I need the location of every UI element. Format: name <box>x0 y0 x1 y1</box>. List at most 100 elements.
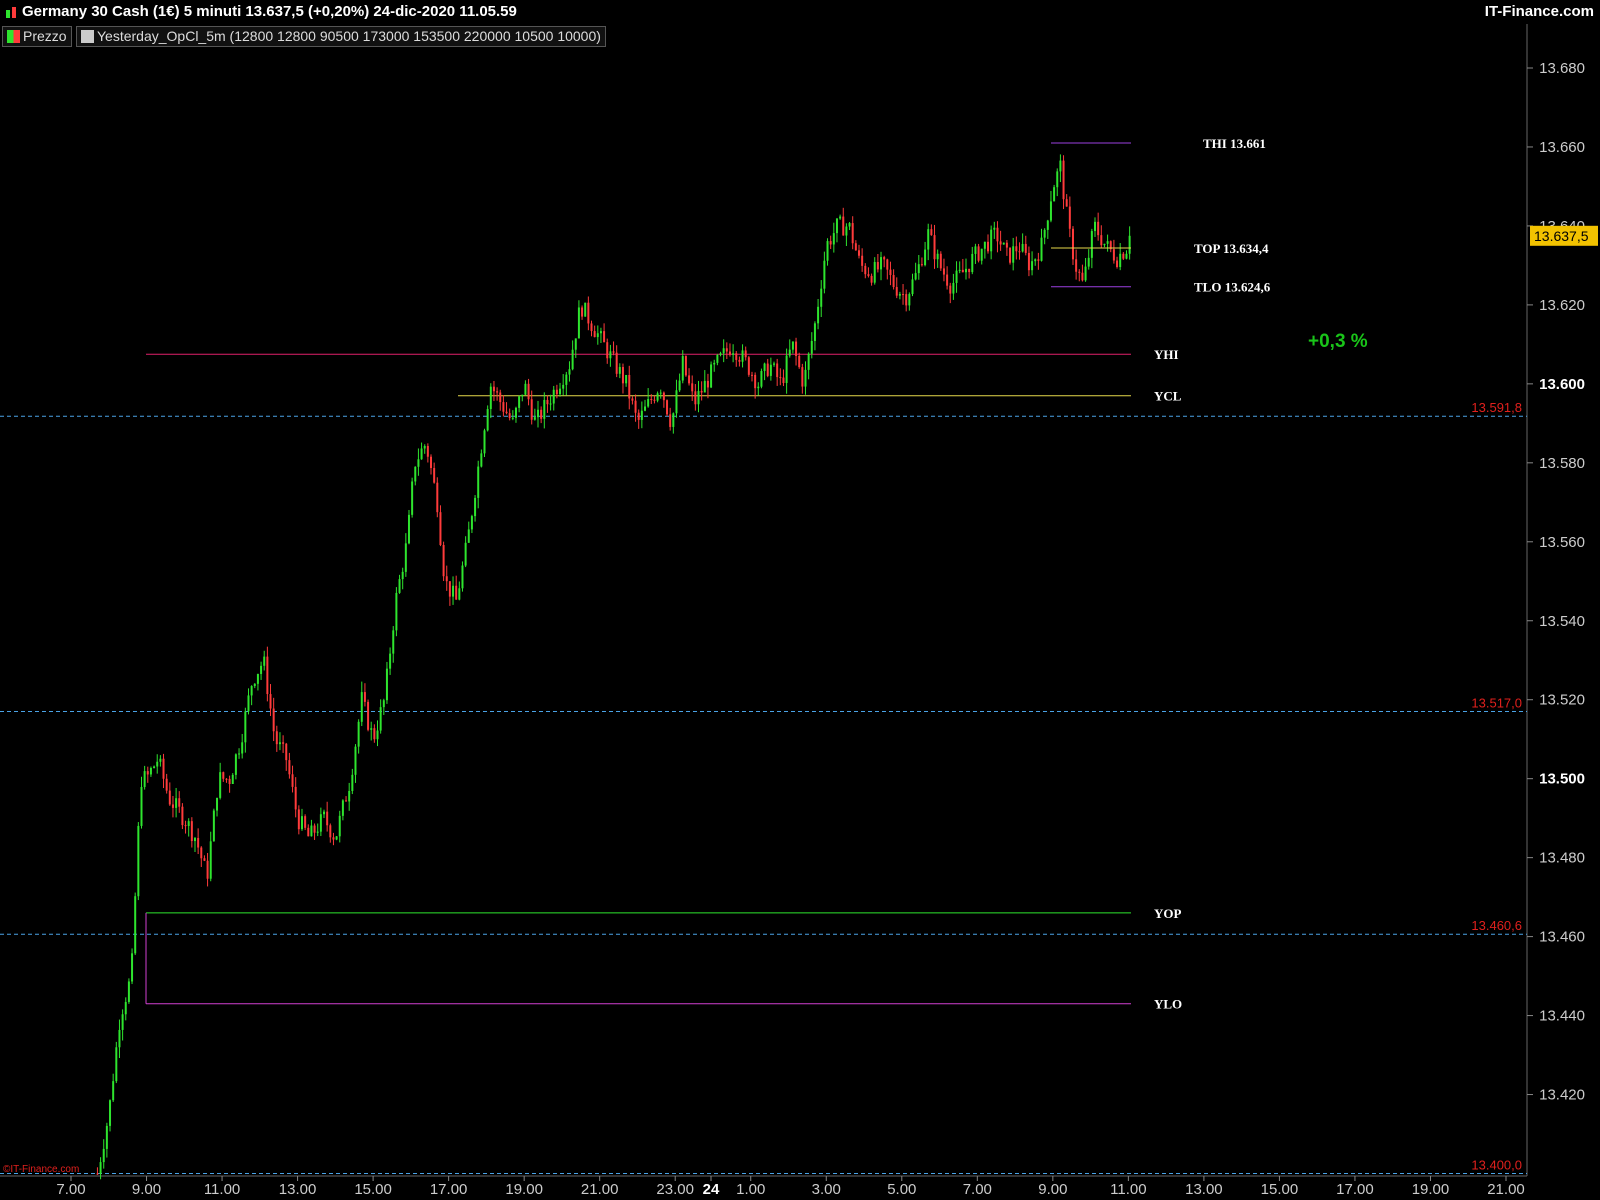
candle-body <box>804 369 807 387</box>
candle-body <box>496 391 499 393</box>
candle-body <box>332 837 335 840</box>
candle-body <box>1005 242 1008 248</box>
candle-body <box>389 653 392 669</box>
candle-body <box>697 390 700 405</box>
candle-body <box>363 692 366 702</box>
candle-body <box>228 778 231 785</box>
legend-item-indicator[interactable]: Yesterday_OpCl_5m (12800 12800 90500 173… <box>76 26 606 47</box>
candle-body <box>725 348 728 352</box>
dashed-price-line-label: 13.517,0 <box>1471 696 1522 711</box>
candle-body <box>908 294 911 306</box>
candle-body <box>439 512 442 546</box>
candle-body <box>275 731 278 745</box>
candle-body <box>662 392 665 401</box>
candle-body <box>599 331 602 334</box>
candle-body <box>385 668 388 701</box>
candle-body <box>329 825 332 838</box>
x-tick-label: 5.00 <box>887 1181 916 1198</box>
candle-body <box>212 810 215 842</box>
candle-body <box>911 279 914 295</box>
candle-body <box>250 686 253 696</box>
candle-body <box>537 409 540 418</box>
candle-body <box>615 352 618 374</box>
candle-body <box>817 306 820 324</box>
candle-body <box>1068 206 1071 229</box>
x-tick-label: 11.00 <box>204 1181 240 1198</box>
candle-body <box>691 383 694 392</box>
candle-body <box>149 767 152 775</box>
candle-body <box>1128 235 1131 254</box>
candle-body <box>373 728 376 740</box>
candle-body <box>502 402 505 412</box>
candle-body <box>798 355 801 368</box>
candle-body <box>209 841 212 879</box>
candle-body <box>773 363 776 365</box>
candle-body <box>603 331 606 343</box>
candle-body <box>448 581 451 597</box>
candle-body <box>190 821 193 842</box>
candle-body <box>694 391 697 405</box>
y-tick-label: 13.620 <box>1539 297 1585 314</box>
price-chart[interactable]: 13.591,8 13.517,0 13.460,6 13.400,0 YHI YCL Y… <box>0 0 1600 1200</box>
candle-body <box>936 253 939 260</box>
candle-body <box>776 363 779 378</box>
candle-body <box>480 453 483 467</box>
candle-body <box>134 896 137 954</box>
candle-body <box>1122 253 1125 259</box>
x-tick-label: 11.00 <box>1110 1181 1146 1198</box>
candle-body <box>1021 243 1024 252</box>
candle-body <box>181 806 184 826</box>
candle-body <box>323 811 326 815</box>
candle-body <box>112 1081 115 1101</box>
candle-body <box>285 743 288 761</box>
candle-body <box>883 257 886 260</box>
candle-body <box>489 386 492 410</box>
dashed-price-line-label: 13.460,6 <box>1471 918 1522 933</box>
x-tick-label: 9.00 <box>132 1181 161 1198</box>
x-tick-label: 17.00 <box>1336 1181 1374 1198</box>
candle-body <box>193 837 196 842</box>
brand-label[interactable]: IT-Finance.com <box>1485 3 1594 20</box>
x-tick-label: 13.00 <box>1185 1181 1223 1198</box>
candle-body <box>990 229 993 252</box>
candle-body <box>861 255 864 266</box>
candle-body <box>549 403 552 405</box>
candle-body <box>430 456 433 469</box>
candle-body <box>442 545 445 577</box>
candle-body <box>464 542 467 566</box>
candle-body <box>153 766 156 768</box>
candle-body <box>171 804 174 808</box>
dashed-price-line-label: 13.400,0 <box>1471 1158 1522 1173</box>
candle-body <box>1090 231 1093 258</box>
candle-body <box>407 514 410 544</box>
x-tick-label: 7.00 <box>56 1181 85 1198</box>
legend-item-price[interactable]: Prezzo <box>2 26 72 47</box>
candle-body <box>505 411 508 414</box>
y-tick-label: 13.480 <box>1539 850 1585 867</box>
candle-body <box>587 302 590 324</box>
level-label-yhi: YHI <box>1154 347 1179 362</box>
x-tick-label: 21.00 <box>581 1181 619 1198</box>
candle-body <box>766 363 769 376</box>
candle-body <box>543 399 546 419</box>
candle-body <box>653 399 656 401</box>
y-tick-label: 13.660 <box>1539 139 1585 156</box>
candle-body <box>282 742 285 744</box>
candle-body <box>124 1001 127 1015</box>
candle-body <box>458 588 461 600</box>
candle-body <box>1103 243 1106 246</box>
x-tick-label: 19.00 <box>1412 1181 1450 1198</box>
candle-body <box>395 592 398 631</box>
candle-body <box>728 351 731 355</box>
candle-body <box>964 268 967 273</box>
candle-body <box>203 858 206 861</box>
candle-body <box>508 413 511 418</box>
candle-body <box>411 481 414 515</box>
candle-body <box>256 673 259 684</box>
candle-body <box>930 229 933 236</box>
candle-body <box>961 269 964 273</box>
candle-body <box>200 847 203 859</box>
y-tick-label: 13.580 <box>1539 455 1585 472</box>
x-tick-label: 1.00 <box>736 1181 765 1198</box>
candle-body <box>184 825 187 827</box>
